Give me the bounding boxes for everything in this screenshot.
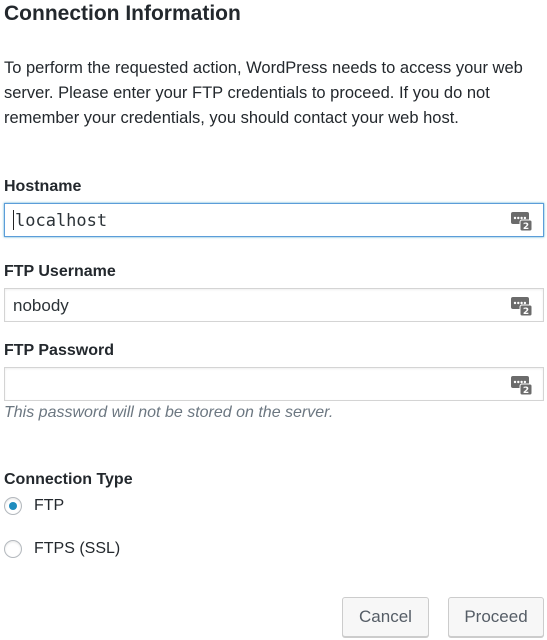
- hostname-label: Hostname: [4, 178, 82, 195]
- cancel-button[interactable]: Cancel: [342, 597, 429, 637]
- username-value: nobody: [13, 296, 69, 315]
- hostname-input[interactable]: localhost 2: [4, 203, 544, 237]
- text-caret: [13, 210, 14, 230]
- keychain-autofill-icon[interactable]: 2: [511, 211, 533, 231]
- username-input[interactable]: nobody 2: [4, 288, 544, 322]
- description-text: To perform the requested action, WordPre…: [4, 59, 523, 127]
- svg-text:2: 2: [523, 386, 529, 395]
- ftp-radio[interactable]: [4, 497, 22, 515]
- keychain-autofill-icon[interactable]: 2: [511, 375, 533, 395]
- password-hint: This password will not be stored on the …: [4, 404, 334, 421]
- password-label: FTP Password: [4, 342, 114, 359]
- ftps-radio[interactable]: [4, 540, 22, 558]
- ftp-radio-label[interactable]: FTP: [34, 497, 64, 515]
- keychain-autofill-icon[interactable]: 2: [511, 296, 533, 316]
- ftps-radio-label[interactable]: FTPS (SSL): [34, 540, 120, 558]
- svg-text:2: 2: [523, 307, 529, 316]
- username-label: FTP Username: [4, 263, 116, 280]
- radio-option-ftp[interactable]: FTP: [4, 495, 64, 517]
- page-title: Connection Information: [4, 2, 241, 25]
- radio-option-ftps[interactable]: FTPS (SSL): [4, 538, 120, 560]
- hostname-value: localhost: [15, 211, 108, 231]
- hostname-value-wrap: localhost: [13, 210, 107, 232]
- svg-text:2: 2: [523, 222, 529, 231]
- proceed-button[interactable]: Proceed: [448, 597, 544, 637]
- password-input[interactable]: 2: [4, 367, 544, 401]
- connection-type-label: Connection Type: [4, 471, 133, 488]
